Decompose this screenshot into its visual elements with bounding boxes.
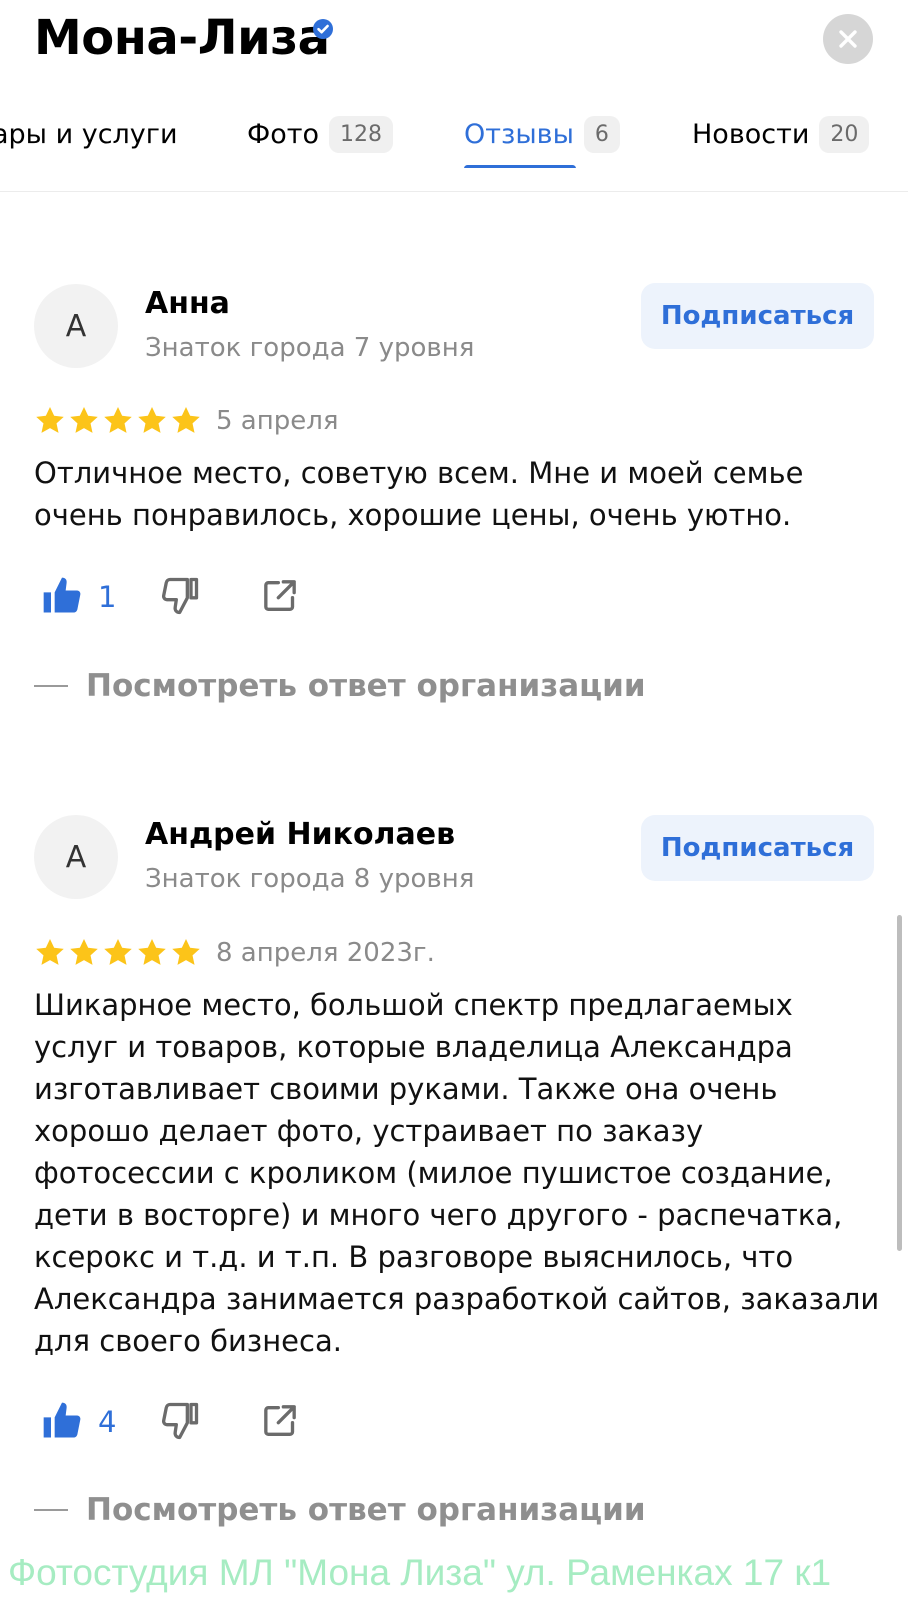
avatar[interactable]: А xyxy=(34,284,118,368)
close-icon xyxy=(839,30,857,48)
star-icon xyxy=(70,407,98,433)
rating-stars xyxy=(34,937,202,969)
review-text: Отличное место, советую всем. Мне и моей… xyxy=(34,456,804,532)
tab-count-badge: 128 xyxy=(329,115,394,153)
star-icon xyxy=(104,407,132,433)
divider-dash xyxy=(34,685,68,687)
star-icon xyxy=(138,407,166,433)
share-icon[interactable] xyxy=(260,1401,300,1441)
scrollbar[interactable] xyxy=(897,915,902,1251)
review-date: 5 апреля xyxy=(216,406,339,436)
star-icon xyxy=(36,939,64,965)
avatar[interactable]: А xyxy=(34,815,118,899)
view-org-answer-label: Посмотреть ответ организации xyxy=(86,668,646,704)
view-org-answer-label: Посмотреть ответ организации xyxy=(86,1492,646,1528)
rating-stars xyxy=(34,405,202,437)
tab-count-badge: 20 xyxy=(819,115,870,153)
active-tab-indicator xyxy=(464,165,576,168)
tab-reviews[interactable]: Отзывы 6 xyxy=(464,112,620,156)
tab-news[interactable]: Новости 20 xyxy=(692,112,870,156)
review-author[interactable]: Анна xyxy=(145,286,230,321)
star-icon xyxy=(70,939,98,965)
thumbs-up-icon[interactable] xyxy=(40,574,84,618)
review-text: Шикарное место, большой спектр предлагае… xyxy=(34,988,880,1358)
star-icon xyxy=(138,939,166,965)
tab-label: ары и услуги xyxy=(0,118,178,150)
review-author-level: Знаток города 7 уровня xyxy=(145,333,475,363)
subscribe-button[interactable]: Подписаться xyxy=(641,283,874,349)
tab-goods-services[interactable]: ары и услуги xyxy=(0,112,178,156)
view-org-answer-link[interactable]: Посмотреть ответ организации xyxy=(34,668,646,704)
tab-bar: ары и услуги Фото 128 Отзывы 6 Новости 2… xyxy=(0,108,908,168)
watermark-caption: Фотостудия МЛ "Мона Лиза" ул. Раменках 1… xyxy=(8,1552,832,1593)
like-count: 4 xyxy=(98,1405,117,1439)
close-button[interactable] xyxy=(823,14,873,64)
review-author-level: Знаток города 8 уровня xyxy=(145,864,475,894)
review-date: 8 апреля 2023г. xyxy=(216,938,435,968)
subscribe-button[interactable]: Подписаться xyxy=(641,815,874,881)
divider-dash xyxy=(34,1509,68,1511)
tab-label: Отзывы xyxy=(464,118,574,150)
tab-photos[interactable]: Фото 128 xyxy=(247,112,394,156)
page-title: Мона-Лиза xyxy=(34,10,330,66)
star-icon xyxy=(172,939,200,965)
verified-badge-icon xyxy=(313,19,333,39)
tab-label: Новости xyxy=(692,118,810,150)
share-icon[interactable] xyxy=(260,576,300,616)
star-icon xyxy=(36,407,64,433)
thumbs-up-icon[interactable] xyxy=(40,1399,84,1443)
thumbs-down-icon[interactable] xyxy=(158,1399,202,1443)
thumbs-down-icon[interactable] xyxy=(158,574,202,618)
review-author[interactable]: Андрей Николаев xyxy=(145,817,455,852)
tab-count-badge: 6 xyxy=(583,115,620,153)
like-count: 1 xyxy=(98,580,117,614)
tab-label: Фото xyxy=(247,118,320,150)
star-icon xyxy=(172,407,200,433)
view-org-answer-link[interactable]: Посмотреть ответ организации xyxy=(34,1492,646,1528)
header: Мона-Лиза ары и услуги Фото 128 Отзывы 6… xyxy=(0,0,908,192)
star-icon xyxy=(104,939,132,965)
